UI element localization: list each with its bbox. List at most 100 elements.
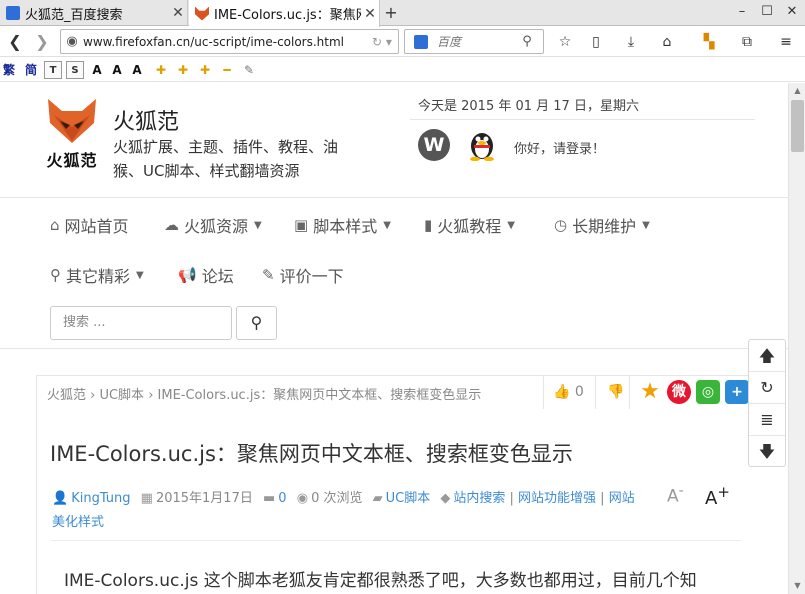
dislike-button[interactable]: 👎 bbox=[607, 384, 624, 400]
web-search-input[interactable] bbox=[437, 34, 513, 49]
scrollbar-thumb[interactable] bbox=[791, 100, 804, 152]
scroll-bottom-button[interactable]: 🡇 bbox=[749, 436, 785, 468]
menu-item-tutorials[interactable]: ▮ 火狐教程 ▼ bbox=[424, 213, 515, 237]
weibo-share-icon[interactable]: 微 bbox=[667, 380, 691, 404]
tag-link[interactable]: 站内搜索 bbox=[453, 491, 505, 506]
reader-icon[interactable]: ▯ bbox=[584, 31, 608, 53]
menu-item-feedback[interactable]: ✎ 评价一下 bbox=[262, 263, 344, 287]
menu-divider bbox=[0, 348, 788, 349]
more-share-icon[interactable]: + bbox=[725, 380, 749, 404]
logo-text: 火狐范 bbox=[46, 151, 98, 170]
divider bbox=[595, 376, 596, 409]
tag-icon: ◆ bbox=[440, 491, 451, 506]
article-divider bbox=[51, 540, 741, 541]
back-button[interactable]: ❮ bbox=[3, 31, 27, 53]
site-title[interactable]: 火狐范 bbox=[113, 104, 179, 136]
article-title: IME-Colors.uc.js：聚焦网页中文本框、搜索框变色显示 bbox=[50, 442, 573, 466]
menu-item-scripts[interactable]: ▣ 脚本样式 ▼ bbox=[294, 213, 391, 237]
scroll-top-button[interactable]: 🡅 bbox=[749, 340, 785, 372]
tab-ime-colors[interactable]: IME-Colors.uc.js：聚焦网页中文本框、搜索框变色显示 ✕ bbox=[189, 0, 380, 27]
login-link[interactable]: 你好，请登录！ bbox=[514, 138, 605, 157]
maximize-button[interactable]: ☐ bbox=[756, 0, 778, 26]
new-tab-button[interactable]: + bbox=[381, 0, 401, 26]
qq-penguin-icon[interactable] bbox=[468, 129, 496, 162]
site-search-input[interactable]: 搜索 ... bbox=[50, 306, 232, 340]
minimize-button[interactable]: – bbox=[731, 0, 753, 26]
menu-item-resources[interactable]: ☁ 火狐资源 ▼ bbox=[164, 213, 262, 237]
folder-icon: ▰ bbox=[372, 491, 383, 506]
menu-item-forum[interactable]: 📢 论坛 bbox=[178, 263, 234, 287]
url-bar[interactable]: ◉ www.firefoxfan.cn/uc-script/ime-colors… bbox=[60, 29, 399, 54]
baidu-paw-icon bbox=[6, 6, 20, 20]
traditional-chinese-button[interactable]: 繁 bbox=[0, 61, 18, 79]
menu-icon[interactable]: ≡ bbox=[774, 31, 798, 53]
fox-logo-icon bbox=[48, 99, 96, 143]
tag-link[interactable]: 网站功能增强 bbox=[518, 491, 596, 506]
user-icon: 👤 bbox=[52, 491, 69, 506]
reload-icon[interactable]: ↻ ▾ bbox=[366, 35, 398, 49]
breadcrumb-text[interactable]: 火狐范 › UC脚本 › IME-Colors.uc.js：聚焦网页中文本框、搜… bbox=[47, 384, 481, 403]
qzone-share-icon[interactable]: ★ bbox=[638, 380, 662, 404]
like-button[interactable]: 👍 0 bbox=[553, 384, 584, 400]
font-small-label: A bbox=[667, 486, 679, 507]
caret-down-icon: ▼ bbox=[254, 219, 262, 231]
scroll-up-arrow-icon[interactable]: ▲ bbox=[789, 83, 805, 99]
wechat-share-icon[interactable]: ◎ bbox=[696, 380, 720, 404]
calendar-icon: ▦ bbox=[140, 491, 153, 506]
font-a-down-button[interactable]: A bbox=[108, 61, 126, 79]
refresh-button[interactable]: ↻ bbox=[749, 372, 785, 404]
tab-title: IME-Colors.uc.js：聚焦网页中文本框、搜索框变色显示 bbox=[214, 8, 361, 23]
toc-button[interactable]: ≣ bbox=[749, 404, 785, 436]
bookmark-star-icon[interactable]: ☆ bbox=[553, 31, 577, 53]
baidu-engine-icon[interactable] bbox=[405, 34, 437, 49]
addon-icon[interactable]: ▚ bbox=[697, 31, 721, 53]
tab-baidu-search[interactable]: 火狐范_百度搜索 ✕ bbox=[0, 0, 188, 26]
extension-toolbar: 繁 简 T S A A A ✚ ✚ ✚ ━ ✎ bbox=[0, 58, 805, 82]
text-button[interactable]: T bbox=[44, 61, 62, 79]
page-viewport: 火狐范 火狐范 火狐扩展、主题、插件、教程、油猴、UC脚本、样式翻墙资源 今天是… bbox=[0, 83, 788, 594]
close-tab-icon[interactable]: ✕ bbox=[169, 5, 187, 21]
source-button[interactable]: S bbox=[66, 61, 84, 79]
plus-s-icon[interactable]: ✚ bbox=[196, 61, 214, 79]
firefoxfan-icon bbox=[195, 6, 209, 21]
site-search-button[interactable]: ⚲ bbox=[236, 306, 277, 340]
tab-bar: 火狐范_百度搜索 ✕ IME-Colors.uc.js：聚焦网页中文本框、搜索框… bbox=[0, 0, 805, 27]
plus-icon[interactable]: ✚ bbox=[152, 61, 170, 79]
author-link[interactable]: KingTung bbox=[71, 491, 130, 506]
home-icon[interactable]: ⌂ bbox=[655, 31, 679, 53]
tag-link[interactable]: 美化样式 bbox=[52, 515, 104, 530]
tools-icon[interactable]: ✎ bbox=[240, 61, 258, 79]
forward-button[interactable]: ❯ bbox=[30, 31, 54, 53]
site-logo[interactable]: 火狐范 bbox=[40, 97, 104, 170]
download-icon[interactable]: ⤓ bbox=[619, 31, 643, 53]
font-a-button[interactable]: A bbox=[88, 61, 106, 79]
menu-item-home[interactable]: ⌂ 网站首页 bbox=[50, 213, 129, 237]
font-decrease-button[interactable]: A- bbox=[667, 483, 684, 507]
screenshot-icon[interactable]: ⧉ bbox=[735, 31, 759, 53]
view-count: 0 次浏览 bbox=[311, 491, 363, 506]
font-increase-button[interactable]: A+ bbox=[705, 483, 730, 509]
book-icon: ▮ bbox=[424, 216, 433, 234]
close-tab-icon[interactable]: ✕ bbox=[361, 6, 379, 22]
search-icon[interactable]: ⚲ bbox=[513, 34, 541, 49]
navigation-toolbar: ❮ ❯ ◉ www.firefoxfan.cn/uc-script/ime-co… bbox=[0, 27, 805, 57]
font-a-plain-button[interactable]: A bbox=[128, 61, 146, 79]
menu-label: 脚本样式 bbox=[313, 217, 378, 236]
page-scrollbar[interactable]: ▲ ▼ bbox=[788, 83, 805, 594]
tag-link[interactable]: 网站 bbox=[609, 491, 635, 506]
category-link[interactable]: UC脚本 bbox=[386, 491, 431, 506]
date-text: 今天是 2015 年 01 月 17 日，星期六 bbox=[418, 99, 639, 114]
minus-icon[interactable]: ━ bbox=[218, 61, 236, 79]
comment-count[interactable]: 0 bbox=[278, 491, 286, 506]
close-window-button[interactable]: ✕ bbox=[781, 0, 803, 26]
plus-t-icon[interactable]: ✚ bbox=[174, 61, 192, 79]
menu-item-other[interactable]: ⚲ 其它精彩 ▼ bbox=[50, 263, 144, 287]
search-bar[interactable]: ⚲ bbox=[404, 29, 544, 54]
scroll-down-arrow-icon[interactable]: ▼ bbox=[789, 578, 805, 594]
comment-icon: ▬ bbox=[263, 491, 276, 506]
header-divider bbox=[0, 197, 788, 198]
simplified-chinese-button[interactable]: 简 bbox=[22, 61, 40, 79]
wordpress-icon[interactable]: W bbox=[418, 129, 450, 161]
menu-item-maintenance[interactable]: ◷ 长期维护 ▼ bbox=[554, 213, 650, 237]
menu-label: 长期维护 bbox=[572, 217, 637, 236]
